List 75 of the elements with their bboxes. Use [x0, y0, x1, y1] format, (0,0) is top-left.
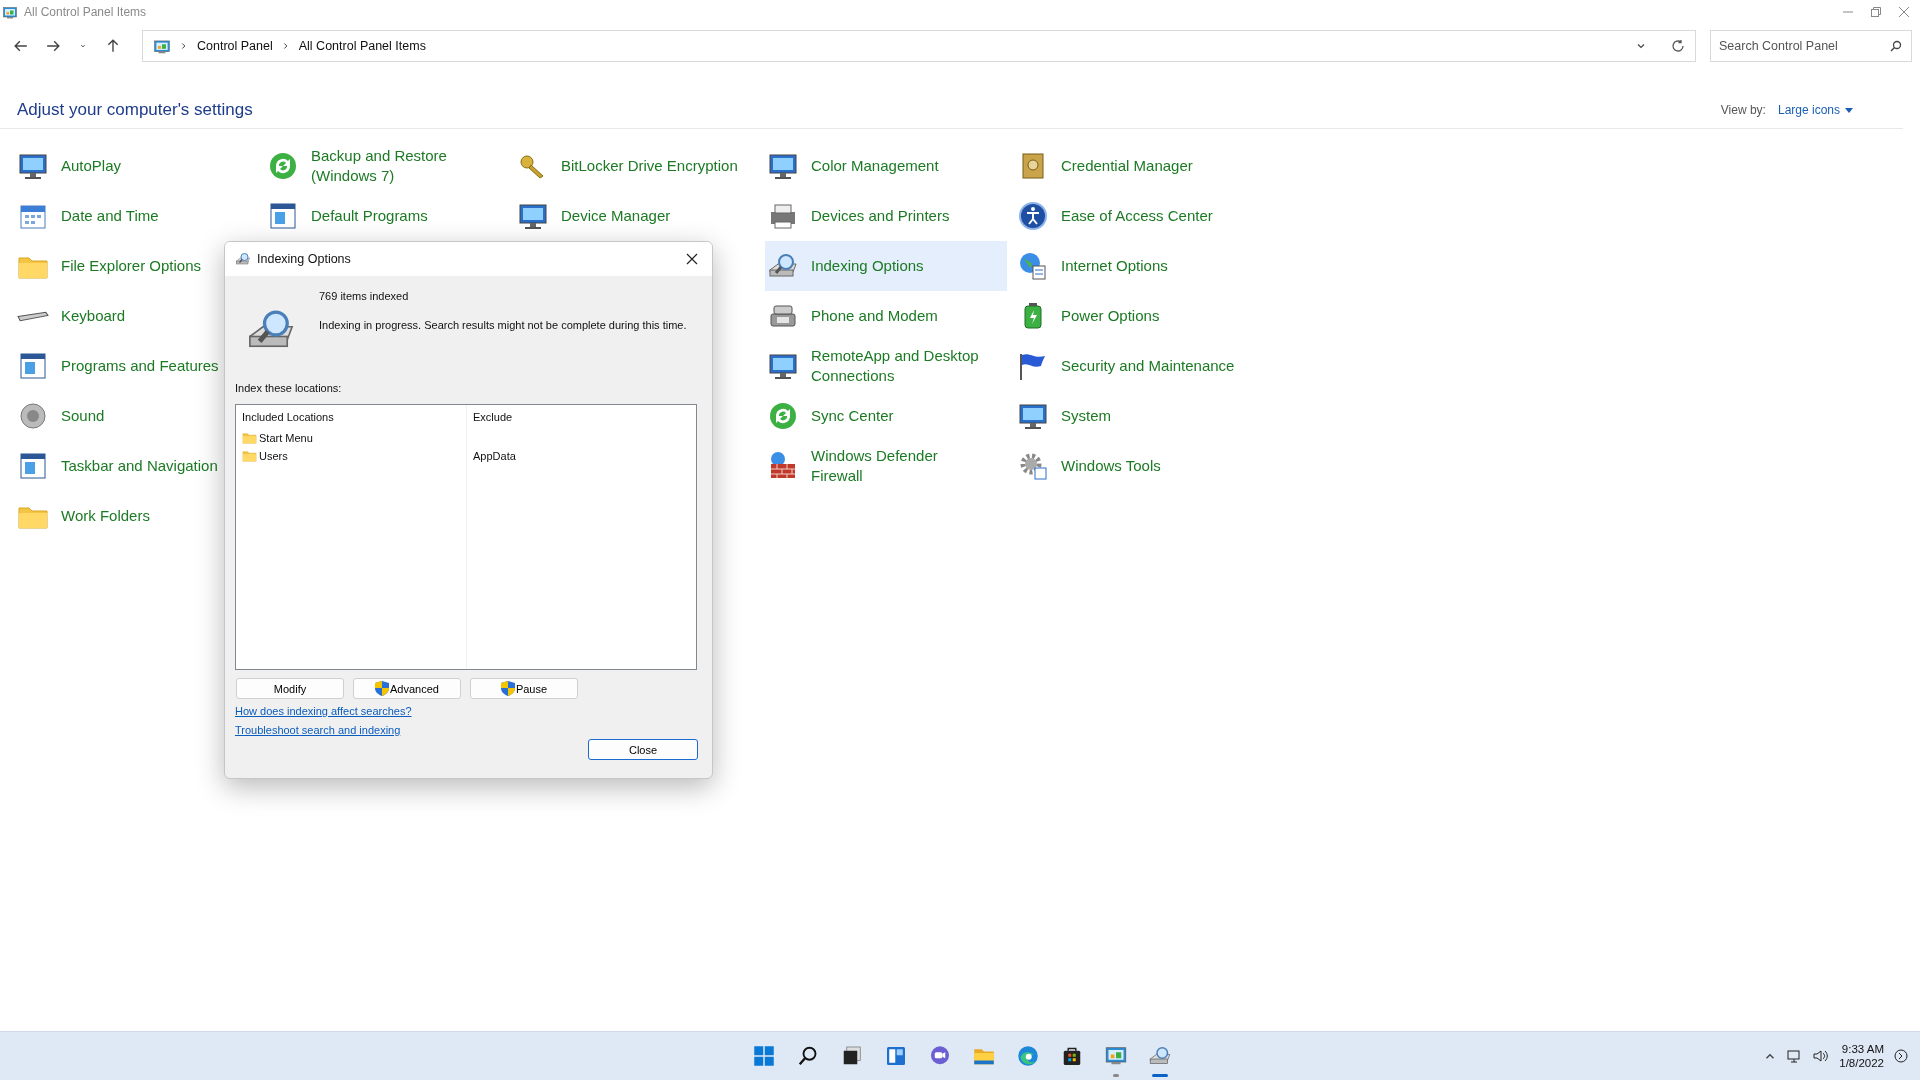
status-message: Indexing in progress. Search results might not be complete during this time.	[319, 319, 687, 331]
settings-link[interactable]: AutoPlay	[15, 141, 257, 191]
windows-logo-icon	[752, 1044, 776, 1068]
sync-icon	[767, 400, 799, 432]
accessibility-icon	[1017, 200, 1049, 232]
view-by-dropdown[interactable]: Large icons	[1777, 103, 1853, 117]
settings-link[interactable]: Backup and Restore (Windows 7)	[265, 141, 507, 191]
help-link[interactable]: How does indexing affect searches?	[235, 705, 412, 717]
breadcrumb-item[interactable]: Control Panel	[197, 39, 273, 53]
column-header[interactable]: Included Locations	[242, 411, 460, 423]
window-title: All Control Panel Items	[24, 5, 147, 19]
view-by-label: View by:	[1720, 103, 1766, 117]
control-panel-icon	[153, 38, 171, 54]
help-link[interactable]: Troubleshoot search and indexing	[235, 724, 401, 736]
settings-link[interactable]: Ease of Access Center	[1015, 191, 1257, 241]
drive-icon	[235, 251, 251, 267]
address-bar[interactable]: Control Panel All Control Panel Items	[142, 30, 1696, 62]
breadcrumb-item[interactable]: All Control Panel Items	[298, 39, 426, 53]
settings-link[interactable]: Security and Maintenance	[1015, 341, 1257, 391]
window-icon	[17, 450, 49, 482]
folder-icon	[242, 448, 257, 463]
caret-icon	[1845, 107, 1853, 113]
dialog-button[interactable]: Modify	[236, 678, 344, 699]
settings-link[interactable]: Phone and Modem	[765, 291, 1007, 341]
clock-time[interactable]: 9:33 AM	[1841, 1042, 1884, 1056]
globe-icon	[1017, 250, 1049, 282]
dialog-button[interactable]: Advanced	[353, 678, 461, 699]
shield-icon	[500, 681, 515, 696]
page-heading: Adjust your computer's settings	[17, 100, 253, 120]
window-icon	[267, 200, 299, 232]
shield-icon	[375, 681, 390, 696]
settings-link[interactable]: Default Programs	[265, 191, 507, 241]
column-header[interactable]: Exclude	[473, 411, 690, 423]
up-arrow-icon	[106, 39, 120, 53]
sync-icon	[267, 150, 299, 182]
settings-link[interactable]: Date and Time	[15, 191, 257, 241]
keyboard-icon	[17, 310, 49, 322]
settings-link[interactable]: Power Options	[1015, 291, 1257, 341]
close-button[interactable]	[1898, 6, 1910, 18]
settings-link[interactable]: Devices and Printers	[765, 191, 1007, 241]
widgets-icon	[884, 1044, 908, 1068]
settings-link[interactable]: Indexing Options	[765, 241, 1007, 291]
settings-link[interactable]: System	[1015, 391, 1257, 441]
browser-icon	[1016, 1044, 1040, 1068]
close-icon	[686, 253, 698, 265]
folder-icon	[242, 430, 257, 445]
indexed-count: 769 items indexed	[319, 290, 410, 302]
forward-arrow-icon	[46, 39, 60, 53]
settings-link[interactable]: Device Manager	[515, 191, 757, 241]
settings-link[interactable]: BitLocker Drive Encryption	[515, 141, 757, 191]
dialog-title: Indexing Options	[257, 252, 351, 266]
restore-button[interactable]	[1870, 6, 1882, 18]
settings-link[interactable]: Internet Options	[1015, 241, 1257, 291]
settings-link[interactable]: Credential Manager	[1015, 141, 1257, 191]
search-icon	[1890, 40, 1902, 52]
settings-link[interactable]: Color Management	[765, 141, 1007, 191]
settings-link[interactable]: Windows Tools	[1015, 441, 1257, 491]
location-item[interactable]: Users	[242, 448, 460, 463]
search-field[interactable]: Search Control Panel	[1710, 30, 1912, 62]
clock-date[interactable]: 1/8/2022	[1839, 1056, 1884, 1070]
excluded-folder: AppData	[473, 449, 516, 462]
settings-link[interactable]: RemoteApp and Desktop Connections	[765, 341, 1007, 391]
settings-link[interactable]: Sync Center	[765, 391, 1007, 441]
settings-link[interactable]: Keyboard	[15, 291, 257, 341]
dialog-button[interactable]: Pause	[470, 678, 578, 699]
speaker-icon	[17, 400, 49, 432]
refresh-icon[interactable]	[1671, 39, 1685, 53]
volume-icon[interactable]	[1813, 1048, 1830, 1064]
locations-label: Index these locations:	[235, 382, 343, 394]
location-item[interactable]: Start Menu	[242, 430, 460, 445]
back-arrow-icon	[14, 39, 28, 53]
window-icon	[17, 350, 49, 382]
control-panel-icon	[2, 5, 18, 19]
settings-link[interactable]: Windows Defender Firewall	[765, 441, 1007, 491]
close-dialog-button[interactable]: Close	[588, 739, 698, 760]
